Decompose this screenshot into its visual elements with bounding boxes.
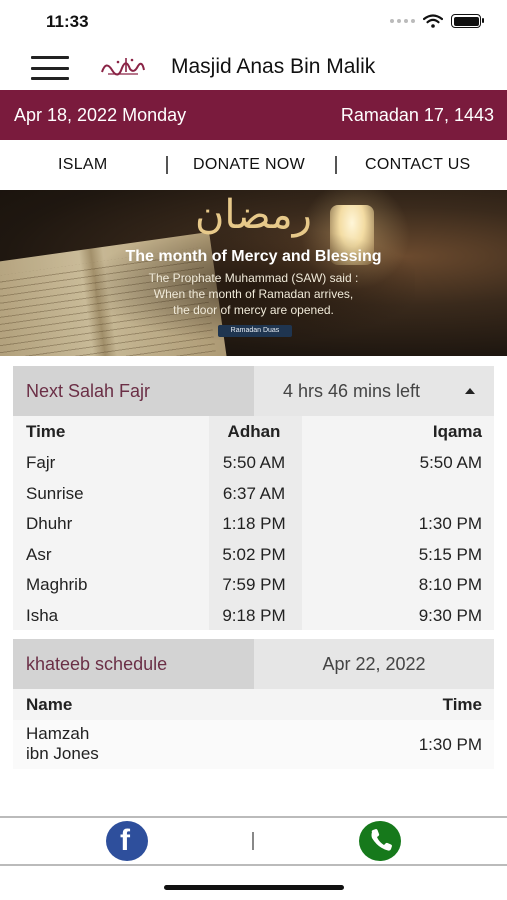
khateeb-schedule-bar[interactable]: khateeb schedule Apr 22, 2022 [13, 639, 494, 689]
table-header-row: Time Adhan Iqama [13, 416, 494, 447]
header-time: Time [26, 422, 66, 441]
salah-name: Sunrise [26, 483, 84, 503]
bottom-divider [0, 864, 507, 866]
salah-name: Maghrib [26, 575, 88, 594]
facebook-icon[interactable]: f [106, 821, 148, 861]
nav-divider [335, 156, 337, 174]
header-name: Name [26, 695, 73, 714]
home-indicator[interactable] [164, 885, 344, 890]
banner-arabic-title: رمضان [195, 192, 312, 238]
table-row: Asr 5:02 PM 5:15 PM [13, 539, 494, 570]
salah-name: Asr [26, 544, 52, 564]
bottom-bar-divider [252, 832, 254, 850]
table-row: Maghrib 7:59 PM 8:10 PM [13, 569, 494, 600]
iqama-time: 9:30 PM [418, 605, 482, 625]
nav-contact-us[interactable]: CONTACT US [365, 156, 471, 174]
salah-times-table: Time Adhan Iqama Fajr 5:50 AM 5:50 AM Su… [13, 416, 494, 630]
adhan-time: 5:50 AM [222, 453, 286, 472]
khateeb-time: 1:30 PM [418, 735, 482, 754]
iqama-time: 8:10 PM [418, 575, 482, 594]
banner-line-2: When the month of Ramadan arrives, [153, 287, 354, 301]
khateeb-header-row: Name Time [13, 689, 494, 720]
menu-icon[interactable] [31, 56, 69, 80]
adhan-time: 7:59 PM [222, 575, 286, 594]
next-salah-countdown: 4 hrs 46 mins left [283, 381, 421, 401]
iqama-time: 1:30 PM [418, 514, 482, 533]
khateeb-table: Name Time Hamzah ibn Jones 1:30 PM [13, 689, 494, 769]
nav-islam[interactable]: ISLAM [58, 156, 108, 174]
salah-name: Fajr [26, 453, 56, 472]
status-icons [390, 14, 484, 28]
adhan-time: 9:18 PM [222, 605, 286, 625]
next-salah-label: Next Salah Fajr [26, 381, 151, 401]
banner-heading: The month of Mercy and Blessing [125, 248, 382, 265]
iqama-time: 5:50 AM [419, 453, 482, 472]
hijri-date: Ramadan 17, 1443 [340, 105, 494, 125]
bottom-divider [0, 816, 507, 818]
ramadan-duas-button[interactable]: Ramadan Duas [218, 325, 292, 337]
khateeb-row: Hamzah ibn Jones 1:30 PM [13, 720, 494, 769]
iqama-time: 5:15 PM [418, 544, 482, 564]
header-adhan: Adhan [227, 422, 281, 441]
signal-icon [390, 19, 415, 23]
phone-icon[interactable] [359, 821, 401, 861]
header-time: Time [442, 695, 482, 714]
gregorian-date: Apr 18, 2022 Monday [14, 105, 187, 125]
banner-line-1: The Prophate Muhammad (SAW) said : [148, 271, 359, 285]
table-row: Dhuhr 1:18 PM 1:30 PM [13, 508, 494, 539]
status-time: 11:33 [46, 12, 89, 31]
nav-divider [166, 156, 168, 174]
khateeb-schedule-label: khateeb schedule [26, 654, 168, 674]
adhan-time: 5:02 PM [222, 544, 286, 564]
adhan-time: 6:37 AM [222, 483, 286, 503]
status-bar: 11:33 [0, 0, 507, 46]
ramadan-banner[interactable]: رمضان The month of Mercy and Blessing Th… [0, 190, 507, 356]
masjid-logo [101, 58, 145, 76]
table-row: Isha 9:18 PM 9:30 PM [13, 600, 494, 631]
salah-name: Dhuhr [26, 514, 73, 533]
app-header: Masjid Anas Bin Malik [0, 46, 507, 90]
wifi-icon [423, 14, 443, 28]
table-row: Sunrise 6:37 AM [13, 478, 494, 509]
app-title: Masjid Anas Bin Malik [171, 55, 376, 78]
next-salah-bar[interactable]: Next Salah Fajr 4 hrs 46 mins left [13, 366, 494, 416]
battery-icon [451, 14, 484, 28]
phone-handset-icon [371, 829, 392, 851]
collapse-caret-icon[interactable] [465, 388, 475, 394]
table-row: Fajr 5:50 AM 5:50 AM [13, 447, 494, 478]
khateeb-date: Apr 22, 2022 [322, 654, 426, 674]
nav-donate-now[interactable]: DONATE NOW [193, 156, 305, 174]
banner-line-3: the door of mercy are opened. [173, 303, 334, 317]
salah-name: Isha [26, 605, 59, 625]
top-nav: ISLAM DONATE NOW CONTACT US [0, 140, 507, 190]
khateeb-name: Hamzah ibn Jones [26, 724, 99, 763]
date-bar: Apr 18, 2022 Monday Ramadan 17, 1443 [0, 90, 507, 140]
adhan-time: 1:18 PM [222, 514, 286, 533]
header-iqama: Iqama [432, 422, 482, 441]
